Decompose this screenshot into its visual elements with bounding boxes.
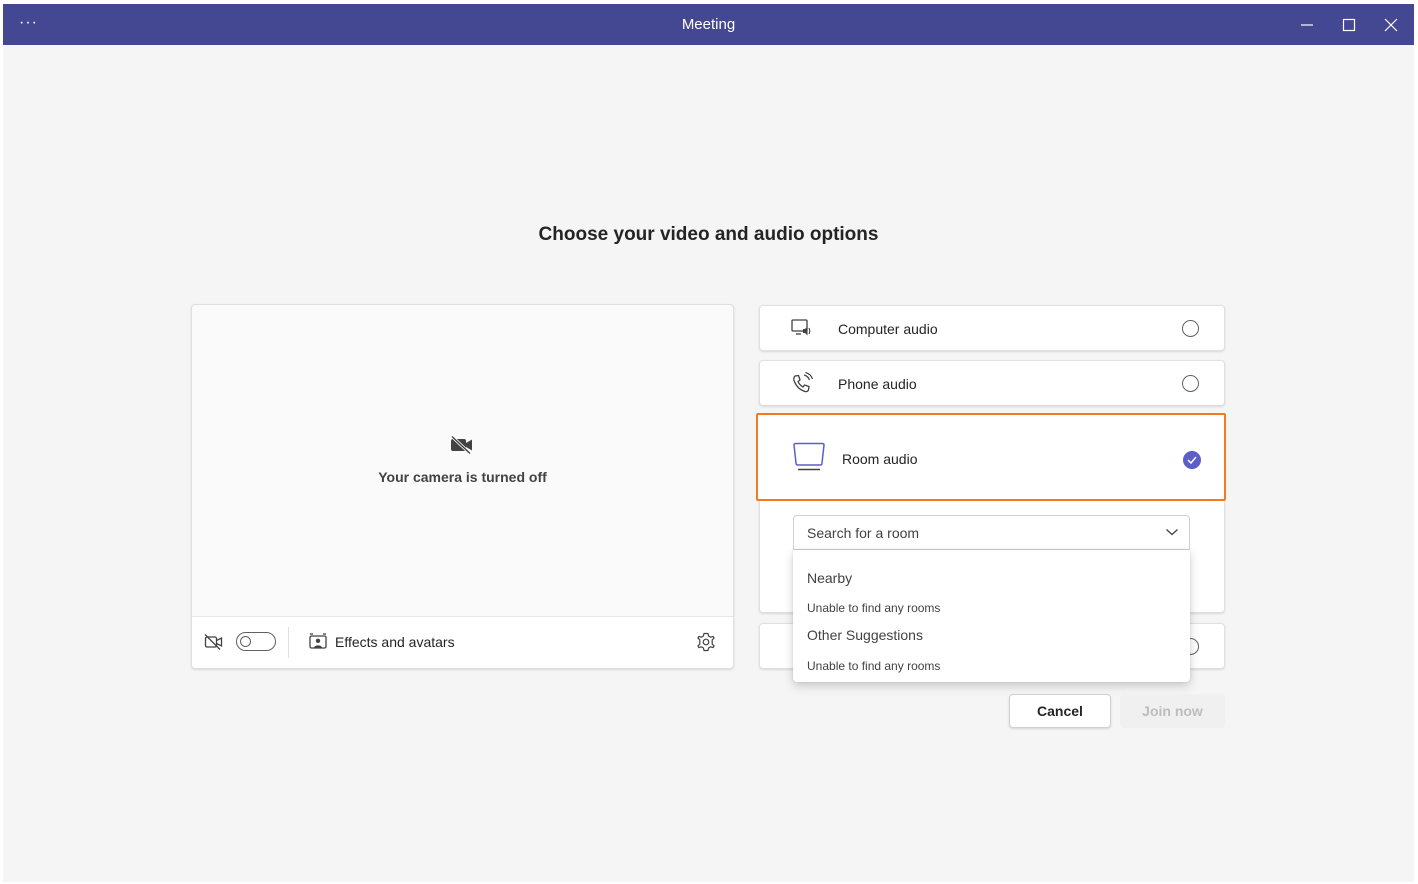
camera-off-icon <box>450 435 472 455</box>
close-icon <box>1384 18 1398 32</box>
computer-audio-option[interactable]: Computer audio <box>759 305 1225 351</box>
close-button[interactable] <box>1378 12 1404 38</box>
computer-audio-label: Computer audio <box>838 321 938 337</box>
phone-audio-option[interactable]: Phone audio <box>759 360 1225 406</box>
checkmark-icon <box>1187 456 1197 464</box>
room-search-dropdown: Nearby Unable to find any rooms Other Su… <box>793 550 1190 682</box>
video-preview: Your camera is turned off Effects and av… <box>191 304 734 669</box>
chevron-down-icon[interactable] <box>1165 527 1179 537</box>
join-now-button[interactable]: Join now <box>1120 694 1225 728</box>
minimize-button[interactable] <box>1294 12 1320 38</box>
phone-audio-radio[interactable] <box>1182 375 1199 392</box>
other-suggestions-empty-message: Unable to find any rooms <box>807 659 941 673</box>
computer-audio-radio[interactable] <box>1182 320 1199 337</box>
cancel-button[interactable]: Cancel <box>1009 694 1111 728</box>
room-audio-label: Room audio <box>842 451 918 467</box>
room-search-input[interactable] <box>794 516 1154 549</box>
room-audio-icon <box>793 442 825 471</box>
camera-off-small-icon <box>204 634 223 650</box>
window-title: Meeting <box>681 16 736 33</box>
phone-audio-icon <box>793 372 814 393</box>
phone-audio-label: Phone audio <box>838 376 917 392</box>
meeting-window: ··· Meeting Choose your video and audio … <box>3 4 1414 882</box>
nearby-empty-message: Unable to find any rooms <box>807 601 941 615</box>
camera-toggle[interactable] <box>236 632 276 651</box>
device-settings-icon[interactable] <box>695 631 717 653</box>
page-heading: Choose your video and audio options <box>538 224 879 245</box>
effects-icon <box>309 633 327 649</box>
toggle-knob <box>240 635 251 647</box>
room-audio-option[interactable]: Room audio <box>756 413 1226 501</box>
minimize-icon <box>1301 24 1313 26</box>
room-audio-selected-check[interactable] <box>1183 451 1201 469</box>
camera-off-message: Your camera is turned off <box>378 469 547 485</box>
effects-and-avatars-button[interactable]: Effects and avatars <box>335 634 455 650</box>
preview-toolbar: Effects and avatars <box>192 616 733 668</box>
computer-audio-icon <box>791 319 811 336</box>
maximize-button[interactable] <box>1336 12 1362 38</box>
nearby-group-header: Nearby <box>807 570 853 586</box>
room-search-combobox[interactable] <box>793 515 1190 550</box>
maximize-icon <box>1342 18 1356 32</box>
other-suggestions-header: Other Suggestions <box>807 627 923 643</box>
toolbar-divider <box>288 627 289 658</box>
title-bar: ··· Meeting <box>3 4 1414 45</box>
